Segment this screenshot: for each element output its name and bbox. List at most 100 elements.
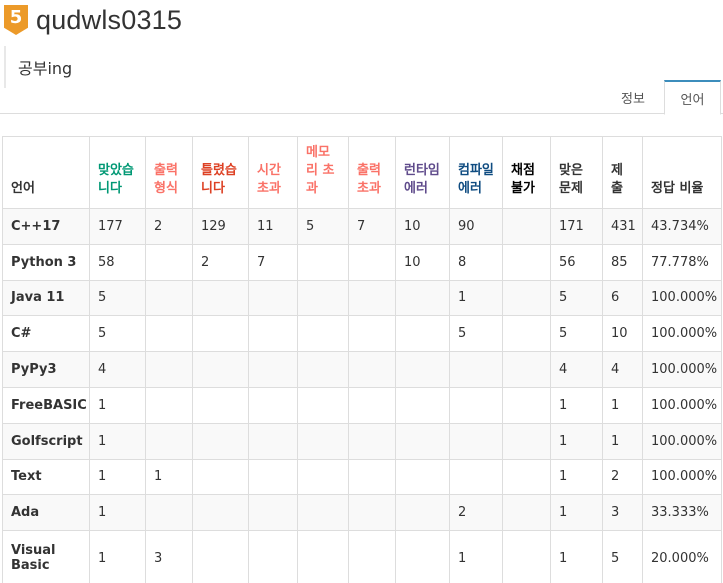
cell-compile-error[interactable]: 1 bbox=[449, 530, 503, 583]
cell-presentation-error[interactable] bbox=[145, 386, 193, 424]
cell-runtime-error[interactable] bbox=[395, 386, 450, 424]
cell-time-limit[interactable]: 11 bbox=[248, 208, 298, 245]
cell-compile-error[interactable] bbox=[449, 458, 503, 496]
cell-output-limit[interactable] bbox=[348, 422, 396, 460]
cell-runtime-error[interactable] bbox=[395, 422, 450, 460]
cell-accepted[interactable]: 1 bbox=[89, 458, 146, 496]
cell-time-limit[interactable] bbox=[248, 351, 298, 388]
cell-solved[interactable]: 171 bbox=[550, 208, 603, 245]
cell-wrong-answer[interactable] bbox=[192, 315, 249, 353]
cell-runtime-error[interactable] bbox=[395, 279, 450, 317]
cell-time-limit[interactable] bbox=[248, 458, 298, 496]
cell-runtime-error[interactable]: 10 bbox=[395, 208, 450, 245]
cell-memory-limit[interactable] bbox=[297, 243, 349, 281]
cell-output-limit[interactable] bbox=[348, 243, 396, 281]
cell-memory-limit[interactable] bbox=[297, 458, 349, 496]
cell-memory-limit[interactable] bbox=[297, 315, 349, 353]
cell-runtime-error[interactable] bbox=[395, 530, 450, 583]
cell-accepted[interactable]: 177 bbox=[89, 208, 146, 245]
cell-submissions[interactable]: 5 bbox=[602, 530, 643, 583]
tab-info[interactable]: 정보 bbox=[604, 80, 662, 114]
cell-memory-limit[interactable] bbox=[297, 279, 349, 317]
cell-solved[interactable]: 56 bbox=[550, 243, 603, 281]
cell-runtime-error[interactable] bbox=[395, 458, 450, 496]
cell-time-limit[interactable] bbox=[248, 279, 298, 317]
cell-output-limit[interactable] bbox=[348, 315, 396, 353]
cell-submissions[interactable]: 10 bbox=[602, 315, 643, 353]
cell-wrong-answer[interactable] bbox=[192, 422, 249, 460]
cell-output-limit[interactable] bbox=[348, 351, 396, 388]
cell-output-limit[interactable] bbox=[348, 530, 396, 583]
cell-accepted[interactable]: 4 bbox=[89, 351, 146, 388]
cell-time-limit[interactable]: 7 bbox=[248, 243, 298, 281]
cell-memory-limit[interactable] bbox=[297, 530, 349, 583]
cell-wrong-answer[interactable] bbox=[192, 494, 249, 532]
cell-time-limit[interactable] bbox=[248, 530, 298, 583]
cell-submissions[interactable]: 431 bbox=[602, 208, 643, 245]
cell-output-limit[interactable] bbox=[348, 386, 396, 424]
cell-accepted[interactable]: 1 bbox=[89, 530, 146, 583]
cell-wrong-answer[interactable] bbox=[192, 279, 249, 317]
cell-presentation-error[interactable] bbox=[145, 279, 193, 317]
cell-runtime-error[interactable]: 10 bbox=[395, 243, 450, 281]
cell-presentation-error[interactable]: 1 bbox=[145, 458, 193, 496]
cell-wrong-answer[interactable] bbox=[192, 351, 249, 388]
cell-wrong-answer[interactable]: 2 bbox=[192, 243, 249, 281]
cell-wrong-answer[interactable] bbox=[192, 386, 249, 424]
cell-submissions[interactable]: 2 bbox=[602, 458, 643, 496]
cell-presentation-error[interactable] bbox=[145, 494, 193, 532]
cell-solved[interactable]: 1 bbox=[550, 494, 603, 532]
cell-compile-error[interactable]: 90 bbox=[449, 208, 503, 245]
cell-memory-limit[interactable] bbox=[297, 494, 349, 532]
cell-accepted[interactable]: 1 bbox=[89, 494, 146, 532]
cell-solved[interactable]: 4 bbox=[550, 351, 603, 388]
cell-submissions[interactable]: 85 bbox=[602, 243, 643, 281]
cell-time-limit[interactable] bbox=[248, 386, 298, 424]
cell-compile-error[interactable]: 5 bbox=[449, 315, 503, 353]
cell-compile-error[interactable]: 2 bbox=[449, 494, 503, 532]
cell-solved[interactable]: 1 bbox=[550, 422, 603, 460]
cell-compile-error[interactable]: 8 bbox=[449, 243, 503, 281]
cell-time-limit[interactable] bbox=[248, 422, 298, 460]
cell-presentation-error[interactable] bbox=[145, 315, 193, 353]
cell-solved[interactable]: 5 bbox=[550, 279, 603, 317]
cell-accepted[interactable]: 1 bbox=[89, 422, 146, 460]
cell-presentation-error[interactable]: 3 bbox=[145, 530, 193, 583]
cell-compile-error[interactable] bbox=[449, 351, 503, 388]
cell-runtime-error[interactable] bbox=[395, 315, 450, 353]
cell-presentation-error[interactable]: 2 bbox=[145, 208, 193, 245]
tab-language[interactable]: 언어 bbox=[664, 80, 721, 115]
cell-memory-limit[interactable] bbox=[297, 351, 349, 388]
cell-memory-limit[interactable]: 5 bbox=[297, 208, 349, 245]
cell-solved[interactable]: 1 bbox=[550, 458, 603, 496]
cell-wrong-answer[interactable] bbox=[192, 458, 249, 496]
cell-accepted[interactable]: 5 bbox=[89, 279, 146, 317]
cell-time-limit[interactable] bbox=[248, 315, 298, 353]
cell-submissions[interactable]: 1 bbox=[602, 422, 643, 460]
cell-compile-error[interactable] bbox=[449, 422, 503, 460]
cell-presentation-error[interactable] bbox=[145, 422, 193, 460]
cell-output-limit[interactable] bbox=[348, 279, 396, 317]
cell-accepted[interactable]: 58 bbox=[89, 243, 146, 281]
cell-submissions[interactable]: 3 bbox=[602, 494, 643, 532]
cell-wrong-answer[interactable]: 129 bbox=[192, 208, 249, 245]
cell-submissions[interactable]: 1 bbox=[602, 386, 643, 424]
cell-accepted[interactable]: 1 bbox=[89, 386, 146, 424]
cell-accepted[interactable]: 5 bbox=[89, 315, 146, 353]
cell-presentation-error[interactable] bbox=[145, 243, 193, 281]
cell-solved[interactable]: 1 bbox=[550, 386, 603, 424]
cell-submissions[interactable]: 4 bbox=[602, 351, 643, 388]
cell-solved[interactable]: 5 bbox=[550, 315, 603, 353]
cell-output-limit[interactable] bbox=[348, 458, 396, 496]
cell-runtime-error[interactable] bbox=[395, 351, 450, 388]
cell-solved[interactable]: 1 bbox=[550, 530, 603, 583]
cell-submissions[interactable]: 6 bbox=[602, 279, 643, 317]
cell-runtime-error[interactable] bbox=[395, 494, 450, 532]
cell-compile-error[interactable]: 1 bbox=[449, 279, 503, 317]
cell-memory-limit[interactable] bbox=[297, 422, 349, 460]
cell-memory-limit[interactable] bbox=[297, 386, 349, 424]
cell-wrong-answer[interactable] bbox=[192, 530, 249, 583]
cell-compile-error[interactable] bbox=[449, 386, 503, 424]
cell-output-limit[interactable] bbox=[348, 494, 396, 532]
cell-presentation-error[interactable] bbox=[145, 351, 193, 388]
